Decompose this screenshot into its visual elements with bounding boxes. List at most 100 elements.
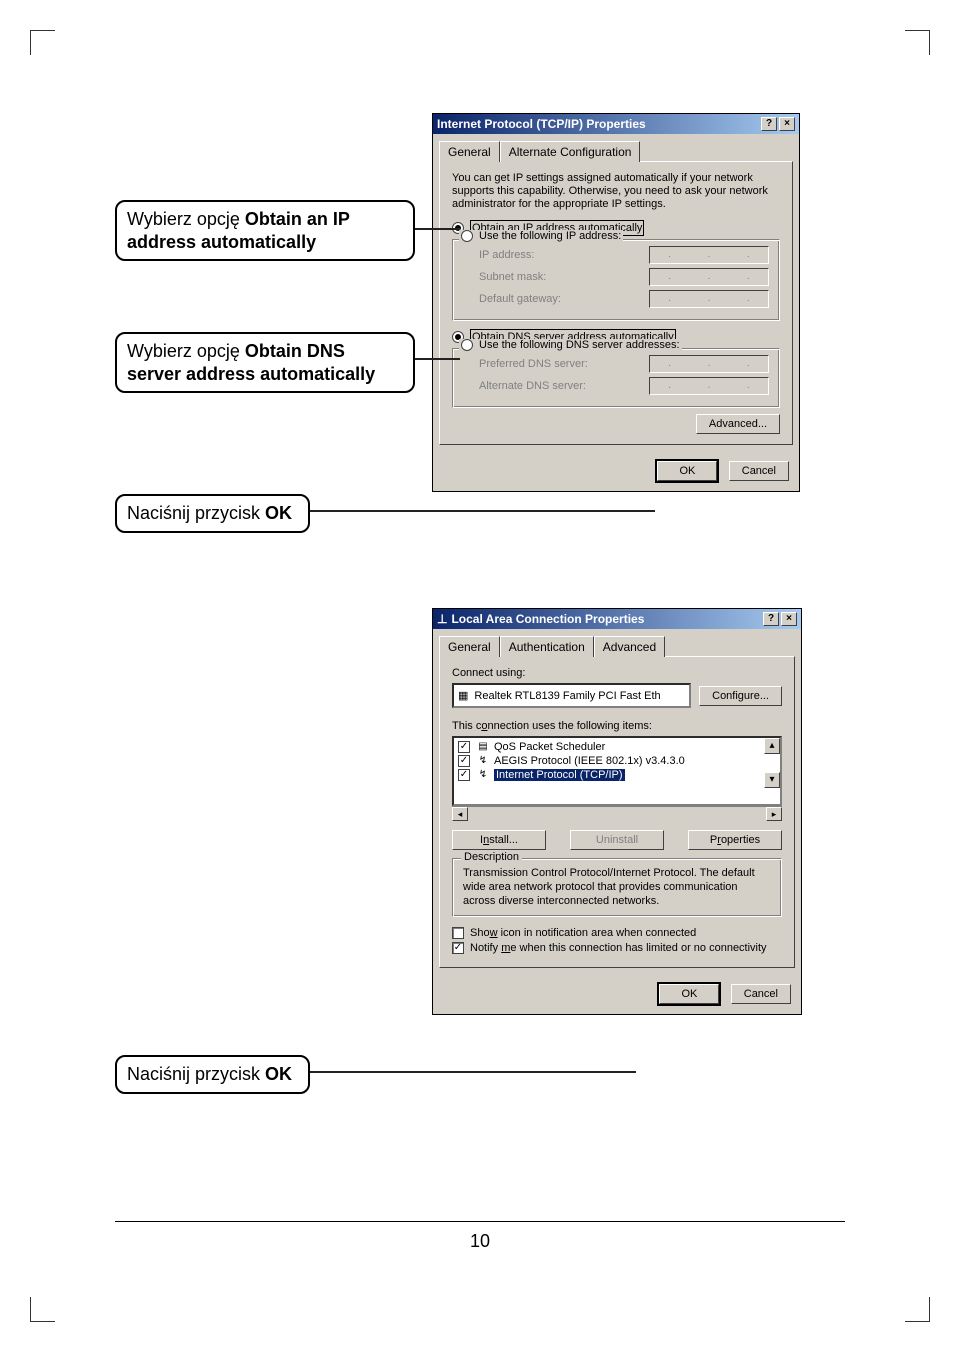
help-icon[interactable]: ?	[763, 612, 779, 626]
crop-mark	[905, 30, 930, 55]
crop-mark	[905, 1297, 930, 1322]
radio-label: Use the following DNS server addresses:	[479, 339, 680, 351]
field-default-gateway: Default gateway: ...	[479, 290, 769, 308]
callout-bold: OK	[265, 503, 292, 523]
check-label: Notify me when this connection has limit…	[470, 942, 767, 954]
field-label: IP address:	[479, 249, 649, 261]
horizontal-scrollbar[interactable]: ◂ ▸	[452, 806, 782, 822]
field-subnet-mask: Subnet mask: ...	[479, 268, 769, 286]
callout-bold: OK	[265, 1064, 292, 1084]
list-item[interactable]: ↯ Internet Protocol (TCP/IP)	[456, 768, 762, 782]
tab-body: Connect using: ▦ Realtek RTL8139 Family …	[439, 656, 795, 968]
uninstall-button: Uninstall	[570, 830, 664, 850]
tabs: General Alternate Configuration	[439, 140, 793, 161]
tabs: General Authentication Advanced	[439, 635, 795, 656]
check-notify-limited[interactable]: Notify me when this connection has limit…	[452, 942, 782, 954]
description-group: Description Transmission Control Protoco…	[452, 858, 782, 917]
field-label: Default gateway:	[479, 293, 649, 305]
scroll-up-icon[interactable]: ▴	[764, 738, 780, 754]
cancel-button[interactable]: Cancel	[731, 984, 791, 1004]
checkbox-icon[interactable]	[452, 927, 464, 939]
field-label: Subnet mask:	[479, 271, 649, 283]
footer-rule	[115, 1221, 845, 1222]
tab-advanced[interactable]: Advanced	[594, 636, 665, 657]
group-title: Description	[461, 851, 522, 863]
items-list[interactable]: ▤ QoS Packet Scheduler ↯ AEGIS Protocol …	[452, 736, 782, 806]
close-icon[interactable]: ×	[781, 612, 797, 626]
field-alternate-dns: Alternate DNS server: ...	[479, 377, 769, 395]
callout-text: Wybierz opcję	[127, 209, 245, 229]
checkbox-icon[interactable]	[452, 942, 464, 954]
radio-use-following-dns[interactable]: Use the following DNS server addresses:	[459, 339, 682, 351]
tab-general[interactable]: General	[439, 141, 500, 162]
item-label: Internet Protocol (TCP/IP)	[494, 769, 625, 781]
item-label: QoS Packet Scheduler	[494, 741, 605, 753]
info-text: You can get IP settings assigned automat…	[452, 172, 780, 212]
checkbox-icon[interactable]	[458, 755, 470, 767]
configure-button[interactable]: Configure...	[699, 686, 782, 706]
page-number: 10	[0, 1231, 960, 1252]
radio-icon	[461, 230, 473, 242]
protocol-icon: ↯	[476, 755, 490, 767]
list-item[interactable]: ↯ AEGIS Protocol (IEEE 802.1x) v3.4.3.0	[456, 754, 762, 768]
lan-connection-properties-dialog: ⊥ Local Area Connection Properties ? × G…	[432, 608, 802, 1015]
tab-general[interactable]: General	[439, 636, 500, 657]
field-preferred-dns: Preferred DNS server: ...	[479, 355, 769, 373]
network-icon: ⊥	[437, 612, 447, 626]
leader-line	[415, 228, 460, 230]
check-label: Show icon in notification area when conn…	[470, 927, 696, 939]
field-label: Alternate DNS server:	[479, 380, 649, 392]
list-item[interactable]: ▤ QoS Packet Scheduler	[456, 740, 762, 754]
callout-obtain-dns: Wybierz opcję Obtain DNS server address …	[115, 332, 415, 393]
check-show-icon[interactable]: Show icon in notification area when conn…	[452, 927, 782, 939]
callout-obtain-ip: Wybierz opcję Obtain an IP address autom…	[115, 200, 415, 261]
connect-using-label: Connect using:	[452, 667, 782, 679]
dialog-title: Internet Protocol (TCP/IP) Properties	[437, 117, 646, 131]
adapter-box: ▦ Realtek RTL8139 Family PCI Fast Eth	[452, 683, 691, 708]
item-label: AEGIS Protocol (IEEE 802.1x) v3.4.3.0	[494, 755, 685, 767]
leader-line	[310, 510, 655, 512]
tab-authentication[interactable]: Authentication	[500, 636, 594, 657]
dialog-title: Local Area Connection Properties	[451, 612, 644, 626]
checkbox-icon[interactable]	[458, 769, 470, 781]
tab-alternate-configuration[interactable]: Alternate Configuration	[500, 141, 641, 162]
ip-input: ...	[649, 268, 769, 286]
scroll-down-icon[interactable]: ▾	[764, 772, 780, 788]
callout-press-ok-1: Naciśnij przycisk OK	[115, 494, 310, 533]
radio-use-following-ip[interactable]: Use the following IP address:	[459, 230, 623, 242]
scroll-right-icon[interactable]: ▸	[766, 807, 782, 821]
tcpip-properties-dialog: Internet Protocol (TCP/IP) Properties ? …	[432, 113, 800, 492]
install-button[interactable]: Install...	[452, 830, 546, 850]
field-ip-address: IP address: ...	[479, 246, 769, 264]
dialog-buttons: OK Cancel	[433, 451, 799, 491]
advanced-button[interactable]: Advanced...	[696, 414, 780, 434]
leader-line	[415, 358, 460, 360]
ok-button[interactable]: OK	[659, 984, 719, 1004]
field-label: Preferred DNS server:	[479, 358, 649, 370]
protocol-icon: ↯	[476, 769, 490, 781]
service-icon: ▤	[476, 741, 490, 753]
items-label: This connection uses the following items…	[452, 720, 782, 732]
close-icon[interactable]: ×	[779, 117, 795, 131]
leader-line	[310, 1071, 636, 1073]
callout-text: Naciśnij przycisk	[127, 503, 265, 523]
crop-mark	[30, 1297, 55, 1322]
scroll-left-icon[interactable]: ◂	[452, 807, 468, 821]
checkbox-icon[interactable]	[458, 741, 470, 753]
tab-body: You can get IP settings assigned automat…	[439, 161, 793, 445]
ip-input: ...	[649, 377, 769, 395]
callout-text: Naciśnij przycisk	[127, 1064, 265, 1084]
ip-input: ...	[649, 246, 769, 264]
dialog-buttons: OK Cancel	[433, 974, 801, 1014]
ip-input: ...	[649, 290, 769, 308]
ok-button[interactable]: OK	[657, 461, 717, 481]
adapter-icon: ▦	[458, 689, 468, 702]
titlebar[interactable]: Internet Protocol (TCP/IP) Properties ? …	[433, 114, 799, 134]
crop-mark	[30, 30, 55, 55]
properties-button[interactable]: Properties	[688, 830, 782, 850]
group-dns-manual: Use the following DNS server addresses: …	[452, 348, 780, 408]
group-ip-manual: Use the following IP address: IP address…	[452, 239, 780, 321]
cancel-button[interactable]: Cancel	[729, 461, 789, 481]
help-icon[interactable]: ?	[761, 117, 777, 131]
titlebar[interactable]: ⊥ Local Area Connection Properties ? ×	[433, 609, 801, 629]
